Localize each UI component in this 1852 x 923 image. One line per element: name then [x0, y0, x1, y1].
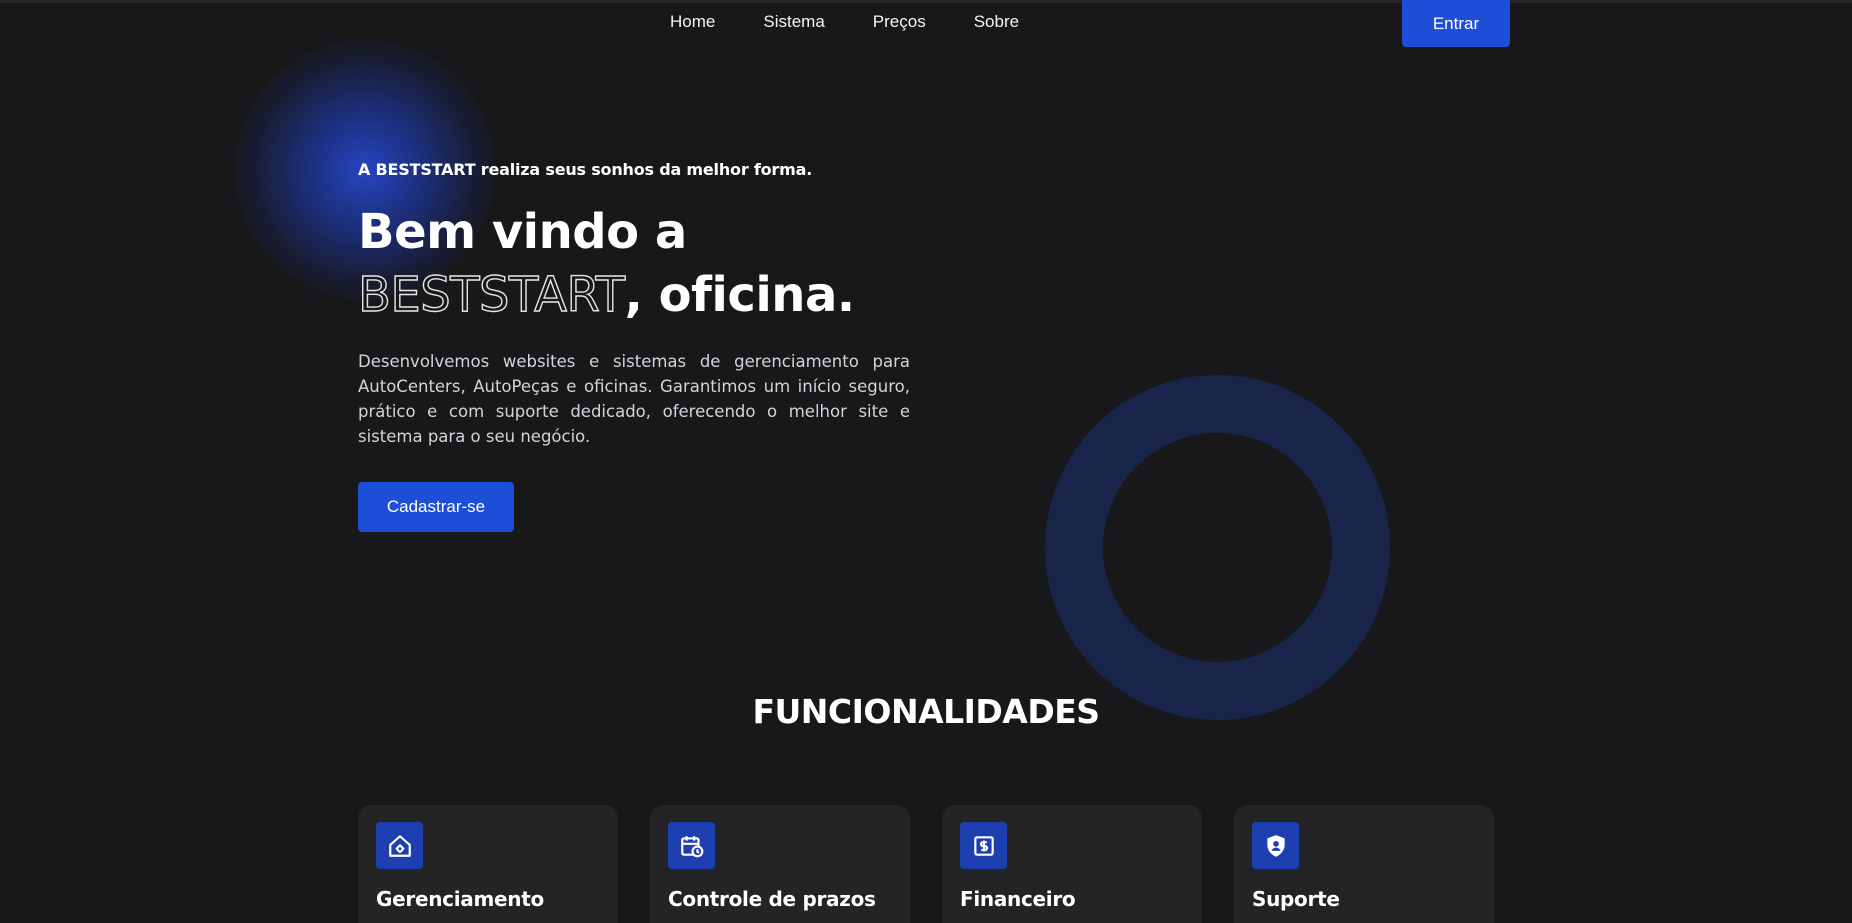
- feature-card-title: Financeiro: [960, 887, 1076, 911]
- feature-card-title: Suporte: [1252, 887, 1340, 911]
- features-title: FUNCIONALIDADES: [752, 692, 1100, 731]
- hero-eyebrow: A BESTSTART realiza seus sonhos da melho…: [358, 160, 813, 179]
- landing-page: Home Sistema Preços Sobre Entrar A BESTS…: [0, 0, 1852, 923]
- hero-title-rest: , oficina.: [624, 267, 855, 323]
- dollar-receipt-icon: [960, 822, 1007, 869]
- hero-description: Desenvolvemos websites e sistemas de ger…: [358, 352, 910, 446]
- feature-card-financeiro[interactable]: Financeiro: [942, 805, 1202, 923]
- signup-button[interactable]: Cadastrar-se: [358, 482, 514, 532]
- nav-link-precos[interactable]: Preços: [873, 10, 926, 34]
- feature-card-prazos[interactable]: Controle de prazos: [650, 805, 910, 923]
- nav-link-sistema[interactable]: Sistema: [763, 10, 824, 34]
- hero-section: A BESTSTART realiza seus sonhos da melho…: [357, 160, 910, 532]
- house-gear-icon: [376, 822, 423, 869]
- feature-card-gerenciamento[interactable]: Gerenciamento: [358, 805, 618, 923]
- feature-card-suporte[interactable]: Suporte: [1234, 805, 1494, 923]
- calendar-clock-icon: [668, 822, 715, 869]
- hero-title: Bem vindo a BESTSTART, oficina.: [357, 201, 910, 327]
- nav-links: Home Sistema Preços Sobre: [670, 10, 1019, 34]
- decorative-o-shape: [1045, 375, 1390, 720]
- login-button[interactable]: Entrar: [1402, 0, 1510, 47]
- nav-link-home[interactable]: Home: [670, 10, 715, 34]
- nav-link-sobre[interactable]: Sobre: [974, 10, 1019, 34]
- feature-card-title: Controle de prazos: [668, 887, 876, 911]
- hero-title-brand: BESTSTART: [357, 266, 626, 323]
- features-cards: Gerenciamento Controle de prazos Finance…: [358, 805, 1494, 923]
- feature-card-title: Gerenciamento: [376, 887, 544, 911]
- shield-user-icon: [1252, 822, 1299, 869]
- top-navigation: Home Sistema Preços Sobre Entrar: [0, 0, 1852, 48]
- hero-title-line1: Bem vindo a: [358, 204, 687, 260]
